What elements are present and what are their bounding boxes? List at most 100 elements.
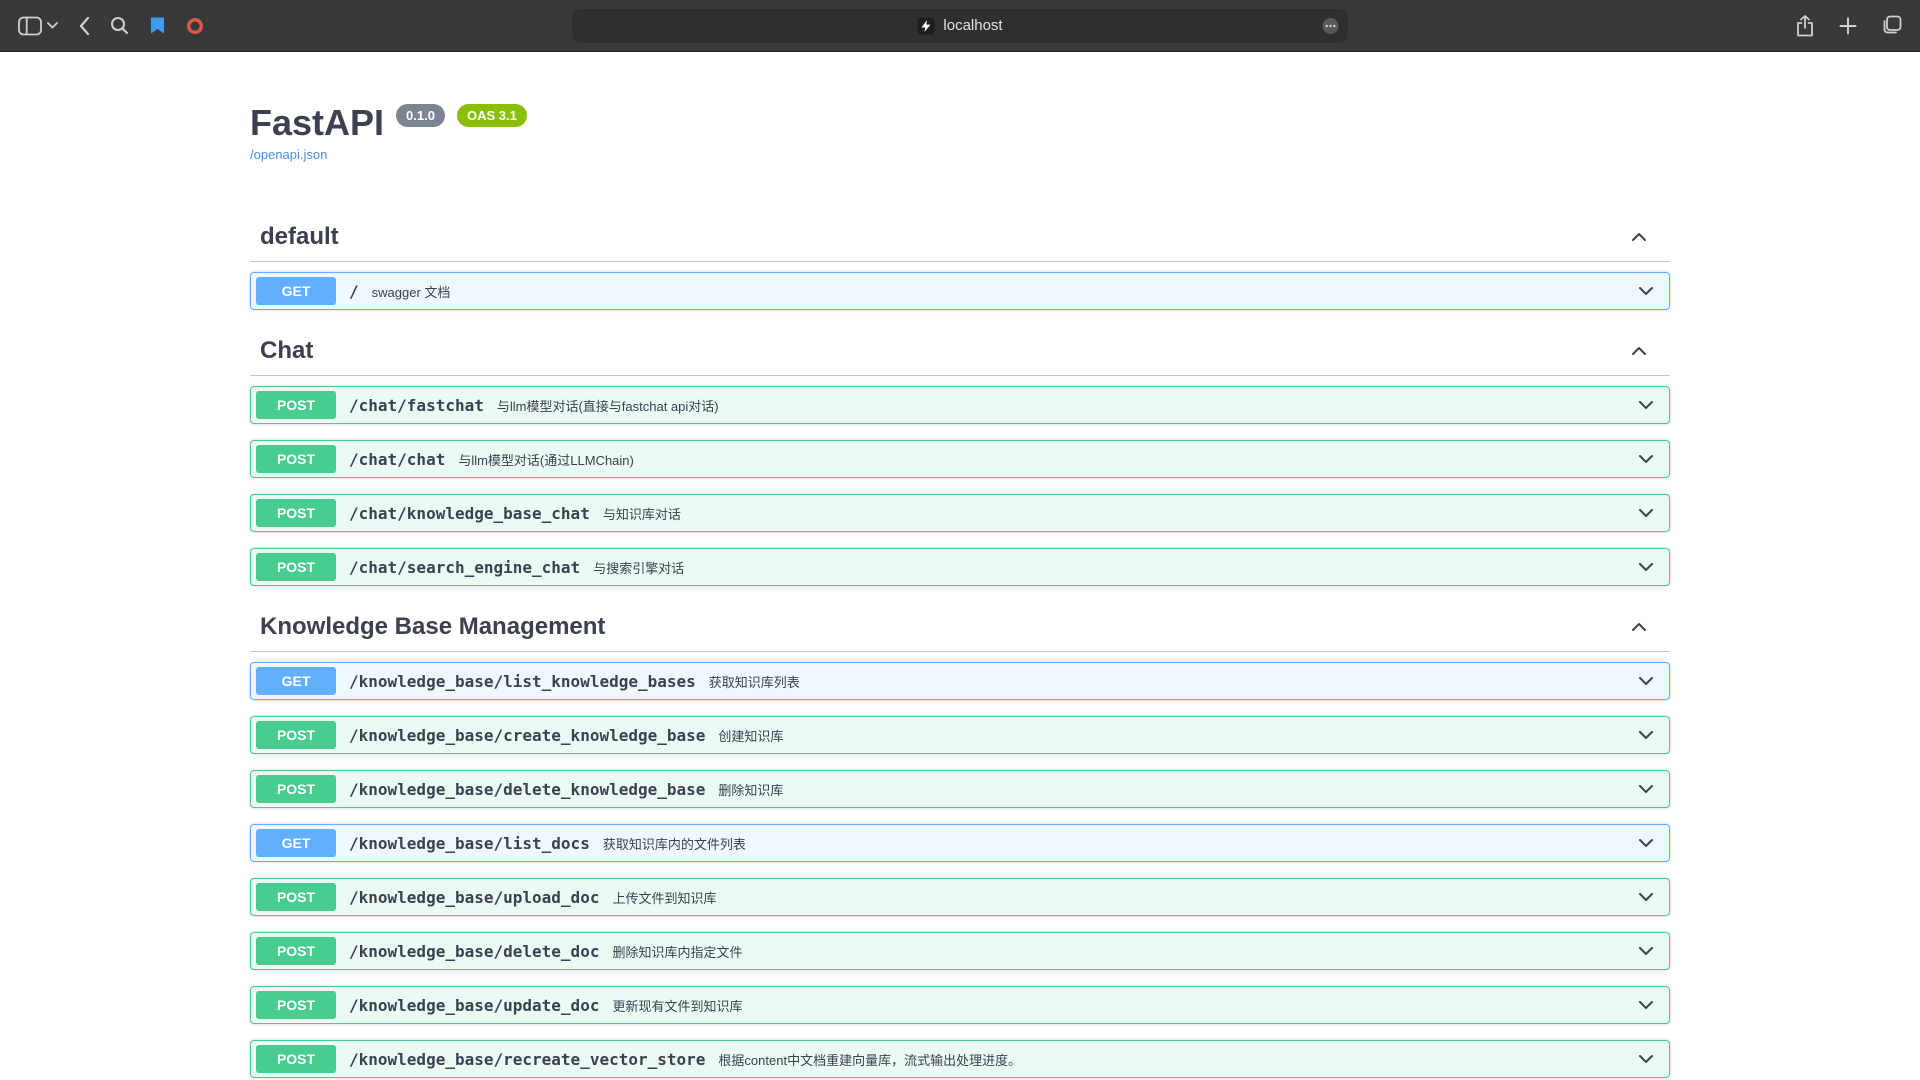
operation-summary: swagger 文档 xyxy=(372,282,451,301)
back-button[interactable] xyxy=(78,16,90,36)
version-badge: 0.1.0 xyxy=(396,104,445,127)
ellipsis-icon xyxy=(1322,17,1339,34)
section-title: Chat xyxy=(260,336,313,365)
operation-path: /knowledge_base/create_knowledge_base xyxy=(349,726,705,745)
method-badge: POST xyxy=(256,391,336,419)
new-tab-button[interactable] xyxy=(1839,17,1857,35)
openapi-spec-link[interactable]: /openapi.json xyxy=(250,147,327,162)
share-button[interactable] xyxy=(1795,15,1815,37)
search-button[interactable] xyxy=(110,16,129,35)
chevron-down-icon xyxy=(1636,395,1656,415)
section-header[interactable]: Chat xyxy=(250,326,1670,376)
tab-overview-button[interactable] xyxy=(1881,15,1902,36)
chevron-up-icon xyxy=(1628,340,1650,362)
operation-summary: 获取知识库列表 xyxy=(709,672,800,691)
operation-row[interactable]: POST /knowledge_base/upload_doc 上传文件到知识库 xyxy=(250,878,1670,916)
chevron-down-icon xyxy=(1636,779,1656,799)
chevron-down-icon xyxy=(1636,449,1656,469)
sidebar-toggle-button[interactable] xyxy=(18,16,42,36)
operation-path: /knowledge_base/list_docs xyxy=(349,834,590,853)
operation-row[interactable]: POST /chat/chat 与llm模型对话(通过LLMChain) xyxy=(250,440,1670,478)
operation-path: /knowledge_base/list_knowledge_bases xyxy=(349,672,696,691)
operation-path: /knowledge_base/recreate_vector_store xyxy=(349,1050,705,1069)
operation-path: /knowledge_base/upload_doc xyxy=(349,888,599,907)
page-settings-button[interactable] xyxy=(1322,17,1339,34)
search-icon xyxy=(110,16,129,35)
pinned-tab-blue-icon xyxy=(149,16,166,35)
chevron-down-icon xyxy=(1636,557,1656,577)
operation-summary: 获取知识库内的文件列表 xyxy=(603,834,746,853)
pinned-tab-blue[interactable] xyxy=(149,16,166,35)
operation-path: /chat/fastchat xyxy=(349,396,484,415)
sidebar-toggle-icon xyxy=(18,16,42,36)
method-badge: GET xyxy=(256,829,336,857)
operation-row[interactable]: POST /knowledge_base/update_doc 更新现有文件到知… xyxy=(250,986,1670,1024)
section-title: default xyxy=(260,222,339,251)
sidebar-menu-button[interactable] xyxy=(47,22,58,29)
operation-summary: 创建知识库 xyxy=(718,726,783,745)
operation-summary: 与llm模型对话(直接与fastchat api对话) xyxy=(497,396,719,415)
chevron-up-icon xyxy=(1628,616,1650,638)
operation-row[interactable]: POST /knowledge_base/delete_knowledge_ba… xyxy=(250,770,1670,808)
content-wrapper: FastAPI 0.1.0 OAS 3.1 /openapi.json defa… xyxy=(230,52,1690,1078)
browser-toolbar: localhost xyxy=(0,0,1920,52)
operation-summary: 与知识库对话 xyxy=(603,504,681,523)
method-badge: POST xyxy=(256,721,336,749)
method-badge: POST xyxy=(256,775,336,803)
operation-summary: 删除知识库内指定文件 xyxy=(612,942,742,961)
operation-row[interactable]: POST /knowledge_base/recreate_vector_sto… xyxy=(250,1040,1670,1078)
operation-row[interactable]: POST /knowledge_base/create_knowledge_ba… xyxy=(250,716,1670,754)
chevron-up-icon xyxy=(1628,226,1650,248)
operation-summary: 与llm模型对话(通过LLMChain) xyxy=(458,450,634,469)
section-header[interactable]: default xyxy=(250,212,1670,262)
operation-row[interactable]: GET /knowledge_base/list_docs 获取知识库内的文件列… xyxy=(250,824,1670,862)
method-badge: POST xyxy=(256,553,336,581)
operation-row[interactable]: POST /knowledge_base/delete_doc 删除知识库内指定… xyxy=(250,932,1670,970)
method-badge: POST xyxy=(256,445,336,473)
method-badge: POST xyxy=(256,883,336,911)
section-operations: GET /knowledge_base/list_knowledge_bases… xyxy=(250,662,1670,1078)
address-bar[interactable]: localhost xyxy=(572,9,1348,43)
section-operations: GET / swagger 文档 xyxy=(250,272,1670,310)
method-badge: POST xyxy=(256,991,336,1019)
oas-badge: OAS 3.1 xyxy=(457,104,527,127)
operation-path: /knowledge_base/delete_doc xyxy=(349,942,599,961)
operation-row[interactable]: POST /chat/knowledge_base_chat 与知识库对话 xyxy=(250,494,1670,532)
operation-path: /knowledge_base/delete_knowledge_base xyxy=(349,780,705,799)
method-badge: GET xyxy=(256,667,336,695)
api-sections: default GET / swagger 文档 Chat POST /chat… xyxy=(250,212,1670,1078)
operation-summary: 根据content中文档重建向量库，流式输出处理进度。 xyxy=(718,1050,1021,1069)
swagger-page: FastAPI 0.1.0 OAS 3.1 /openapi.json defa… xyxy=(0,52,1920,1080)
operation-summary: 删除知识库 xyxy=(718,780,783,799)
operation-path: /chat/chat xyxy=(349,450,445,469)
tab-overview-icon xyxy=(1881,15,1902,36)
api-info: FastAPI 0.1.0 OAS 3.1 /openapi.json xyxy=(250,52,1670,164)
plus-icon xyxy=(1839,17,1857,35)
section-header[interactable]: Knowledge Base Management xyxy=(250,602,1670,652)
operation-row[interactable]: GET / swagger 文档 xyxy=(250,272,1670,310)
tag-section: Chat POST /chat/fastchat 与llm模型对话(直接与fas… xyxy=(250,326,1670,586)
chevron-down-icon xyxy=(1636,887,1656,907)
chevron-down-icon xyxy=(1636,281,1656,301)
method-badge: POST xyxy=(256,499,336,527)
page-title: FastAPI 0.1.0 OAS 3.1 xyxy=(250,101,1670,144)
chevron-down-icon xyxy=(1636,833,1656,853)
method-badge: POST xyxy=(256,1045,336,1073)
pinned-tab-red[interactable] xyxy=(186,17,204,35)
chevron-left-icon xyxy=(78,16,90,36)
chevron-down-icon xyxy=(1636,1049,1656,1069)
operation-row[interactable]: GET /knowledge_base/list_knowledge_bases… xyxy=(250,662,1670,700)
chevron-down-icon xyxy=(1636,941,1656,961)
share-icon xyxy=(1795,15,1815,37)
method-badge: GET xyxy=(256,277,336,305)
operation-row[interactable]: POST /chat/fastchat 与llm模型对话(直接与fastchat… xyxy=(250,386,1670,424)
tag-section: Knowledge Base Management GET /knowledge… xyxy=(250,602,1670,1078)
chevron-down-icon xyxy=(1636,725,1656,745)
chevron-down-icon xyxy=(1636,503,1656,523)
method-badge: POST xyxy=(256,937,336,965)
operation-row[interactable]: POST /chat/search_engine_chat 与搜索引擎对话 xyxy=(250,548,1670,586)
chevron-down-icon xyxy=(1636,995,1656,1015)
operation-summary: 上传文件到知识库 xyxy=(612,888,716,907)
tag-section: default GET / swagger 文档 xyxy=(250,212,1670,310)
site-favicon-icon xyxy=(917,17,935,35)
